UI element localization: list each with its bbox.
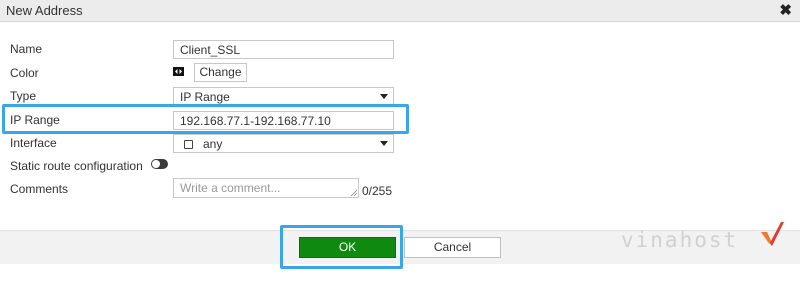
toggle-knob (152, 160, 160, 168)
chevron-down-icon (380, 94, 388, 99)
comments-textarea[interactable]: Write a comment... (173, 178, 359, 198)
static-route-toggle[interactable] (151, 159, 168, 169)
new-address-dialog: New Address ✖ Name Client_SSL Color Chan… (0, 0, 800, 291)
ip-range-label: IP Range (10, 113, 60, 127)
resize-grip-icon[interactable] (351, 190, 357, 196)
comments-char-counter: 0/255 (362, 184, 393, 198)
interface-select[interactable]: any (173, 134, 394, 153)
interface-label: Interface (10, 136, 57, 150)
cancel-button[interactable]: Cancel (404, 237, 501, 258)
change-color-button[interactable]: Change (194, 63, 247, 82)
ok-button[interactable]: OK (299, 237, 396, 258)
interface-select-value: any (203, 137, 223, 151)
watermark-text: vinahost (621, 228, 739, 252)
interface-box-icon (184, 140, 193, 149)
ip-range-input[interactable]: 192.168.77.1-192.168.77.10 (173, 111, 394, 130)
name-input[interactable]: Client_SSL (173, 40, 394, 59)
name-label: Name (10, 42, 43, 56)
chevron-down-icon (380, 141, 388, 146)
type-select-value: IP Range (180, 90, 230, 104)
static-route-label: Static route configuration (10, 159, 143, 173)
comments-label: Comments (10, 182, 69, 196)
dialog-title: New Address (6, 3, 83, 18)
dialog-titlebar: New Address ✖ (0, 0, 800, 22)
color-swatch-icon[interactable] (173, 67, 184, 76)
close-icon[interactable]: ✖ (779, 1, 792, 21)
type-select[interactable]: IP Range (173, 87, 394, 106)
type-label: Type (10, 89, 37, 103)
comments-placeholder: Write a comment... (180, 181, 281, 195)
checkmark-logo-icon (761, 222, 784, 246)
color-label: Color (10, 66, 39, 80)
